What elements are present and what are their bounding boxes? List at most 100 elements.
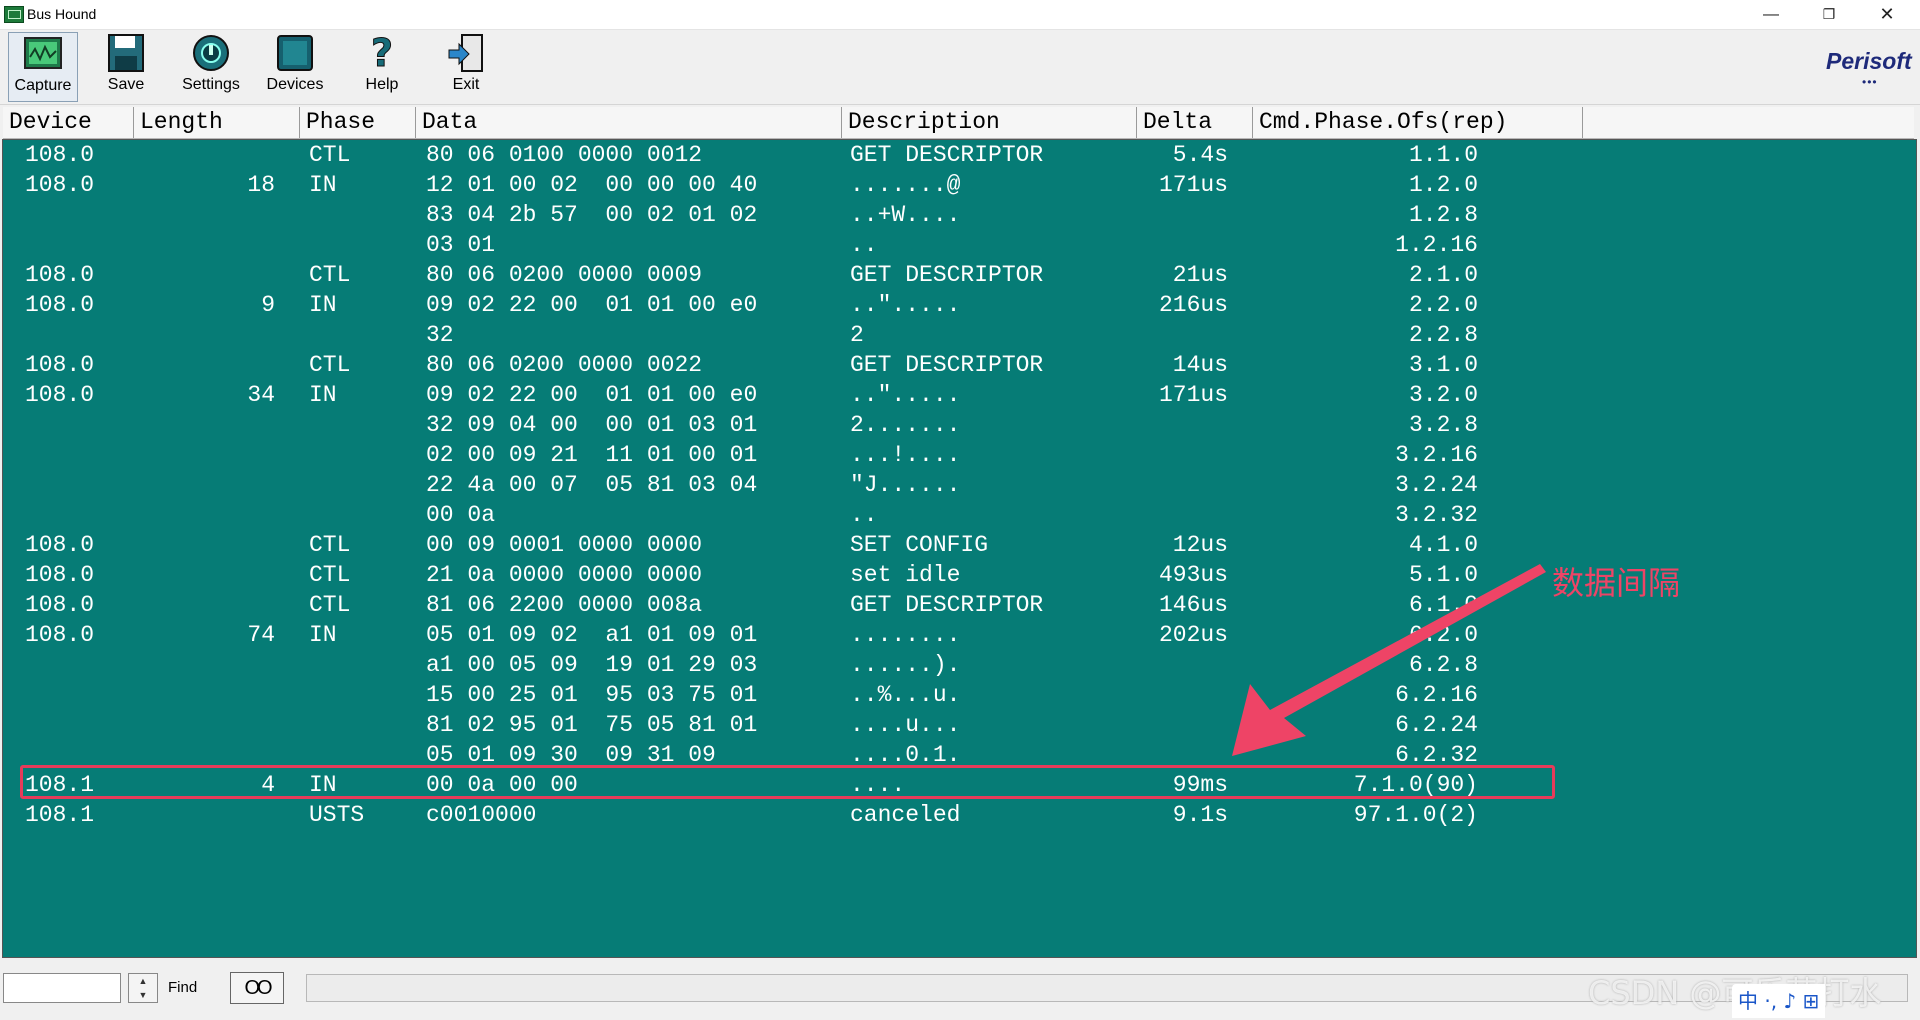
cell-cmd: 3.2.24 xyxy=(1395,472,1478,498)
save-button[interactable]: Save xyxy=(94,32,158,100)
perisoft-logo: Perisoft xyxy=(1826,48,1912,74)
cell-data: 09 02 22 00 01 01 00 e0 xyxy=(426,382,758,408)
cell-phase: CTL xyxy=(309,262,351,288)
capture-button[interactable]: Capture xyxy=(8,32,78,102)
highlight-box xyxy=(20,765,1555,799)
column-header-description[interactable]: Description xyxy=(842,107,1137,138)
cell-description: ........ xyxy=(850,622,961,648)
cell-data: 80 06 0100 0000 0012 xyxy=(426,142,703,168)
devices-button[interactable]: Devices xyxy=(260,32,330,100)
title-bar: Bus Hound — ❐ ✕ xyxy=(0,0,1920,30)
cell-device: 108.0 xyxy=(25,382,95,408)
column-header-length[interactable]: Length xyxy=(134,107,300,138)
cell-phase: IN xyxy=(309,172,337,198)
column-header-device[interactable]: Device xyxy=(3,107,134,138)
perisoft-logo-dots: ••• xyxy=(1862,75,1878,89)
cell-device: 108.0 xyxy=(25,142,95,168)
cell-description: .."..... xyxy=(850,382,961,408)
capture-icon xyxy=(24,37,62,69)
cell-description: 2 xyxy=(850,322,864,348)
table-row[interactable]: 108.0 CTL 80 06 0200 0000 0009 GET DESCRIPT… xyxy=(3,260,1903,290)
cell-delta: 21us xyxy=(1172,262,1228,288)
cell-description: .."..... xyxy=(850,292,961,318)
table-row[interactable]: 32 2 2.2.8 xyxy=(3,320,1903,350)
cell-length: 18 xyxy=(247,172,275,198)
cell-phase: CTL xyxy=(309,142,351,168)
capture-label: Capture xyxy=(14,77,72,94)
settings-button[interactable]: Settings xyxy=(178,32,244,100)
toolbar: Capture Save Settings Devices ? Help Exi… xyxy=(0,30,1920,105)
cell-delta: 9.1s xyxy=(1172,802,1228,828)
column-header-delta[interactable]: Delta xyxy=(1137,107,1253,138)
cell-length: 34 xyxy=(247,382,275,408)
cell-device: 108.0 xyxy=(25,172,95,198)
minimize-button[interactable]: — xyxy=(1742,0,1800,29)
column-header-data[interactable]: Data xyxy=(416,107,842,138)
find-label: Find xyxy=(168,979,198,996)
cell-data: c0010000 xyxy=(426,802,537,828)
table-row[interactable]: 108.0 74 IN 05 01 09 02 a1 01 09 01........… xyxy=(3,620,1903,650)
table-row[interactable]: 108.1 USTS c0010000 canceled 9.1s 97.1.0(2) xyxy=(3,800,1903,830)
table-row[interactable]: 00 0a.. 3.2.32 xyxy=(3,500,1903,530)
cell-data: 32 09 04 00 00 01 03 01 xyxy=(426,412,758,438)
cell-cmd: 3.2.0 xyxy=(1408,382,1478,408)
spinner-down-icon[interactable]: ▼ xyxy=(129,988,157,1002)
cell-description: .. xyxy=(850,232,878,258)
cell-data: a1 00 05 09 19 01 29 03 xyxy=(426,652,758,678)
table-row[interactable]: 02 00 09 21 11 01 00 01...!.... 3.2.16 xyxy=(3,440,1903,470)
help-button[interactable]: ? Help xyxy=(350,32,414,100)
cell-cmd: 4.1.0 xyxy=(1408,532,1478,558)
table-row[interactable]: 32 09 04 00 00 01 03 01 2....... 3.2.8 xyxy=(3,410,1903,440)
table-row[interactable]: 83 04 2b 57 00 02 01 02 ..+W.... 1.2.8 xyxy=(3,200,1903,230)
cell-data: 02 00 09 21 11 01 00 01 xyxy=(426,442,758,468)
svg-text:?: ? xyxy=(371,32,393,74)
cell-phase: CTL xyxy=(309,592,351,618)
table-row[interactable]: 108.0 34 IN 09 02 22 00 01 01 00 e0 ..".....… xyxy=(3,380,1903,410)
capture-data-pane[interactable]: 108.0 CTL 80 06 0100 0000 0012 GET DESCRIPT… xyxy=(2,139,1917,958)
cell-data: 00 0a xyxy=(426,502,496,528)
cell-data: 03 01 xyxy=(426,232,496,258)
cell-data: 00 09 0001 0000 0000 xyxy=(426,532,703,558)
help-label: Help xyxy=(365,76,399,93)
window-title: Bus Hound xyxy=(27,6,97,22)
cell-cmd: 3.2.32 xyxy=(1395,502,1478,528)
table-row[interactable]: 108.0 18 IN 12 01 00 02 00 00 00 40 .......@… xyxy=(3,170,1903,200)
cell-phase: CTL xyxy=(309,352,351,378)
cell-device: 108.0 xyxy=(25,532,95,558)
table-row[interactable]: 03 01.. 1.2.16 xyxy=(3,230,1903,260)
cell-device: 108.0 xyxy=(25,352,95,378)
maximize-button[interactable]: ❐ xyxy=(1800,0,1858,29)
find-input[interactable] xyxy=(3,973,121,1003)
cell-length: 9 xyxy=(261,292,275,318)
table-row[interactable]: 22 4a 00 07 05 81 03 04 "J...... 3.2.24 xyxy=(3,470,1903,500)
table-row[interactable]: 108.0 9 IN 09 02 22 00 01 01 00 e0 .."..... 2… xyxy=(3,290,1903,320)
cell-phase: IN xyxy=(309,622,337,648)
table-row[interactable]: 108.0 CTL 80 06 0100 0000 0012 GET DESCRIPT… xyxy=(3,140,1903,170)
cell-cmd: 2.1.0 xyxy=(1408,262,1478,288)
cell-phase: IN xyxy=(309,292,337,318)
column-header-phase[interactable]: Phase xyxy=(300,107,416,138)
table-row[interactable]: a1 00 05 09 19 01 29 03......). 6.2.8 xyxy=(3,650,1903,680)
save-label: Save xyxy=(107,76,145,93)
table-row[interactable]: 108.0 CTL 00 09 0001 0000 0000 SET CONFIG 12… xyxy=(3,530,1903,560)
cell-cmd: 3.2.16 xyxy=(1395,442,1478,468)
table-row[interactable]: 15 00 25 01 95 03 75 01 ..%...u. 6.2.16 xyxy=(3,680,1903,710)
close-button[interactable]: ✕ xyxy=(1858,0,1916,29)
cell-cmd: 1.2.16 xyxy=(1395,232,1478,258)
cell-description: ....u... xyxy=(850,712,961,738)
cell-cmd: 1.2.8 xyxy=(1408,202,1478,228)
find-spinner[interactable]: ▲ ▼ xyxy=(128,973,158,1003)
cell-data: 21 0a 0000 0000 0000 xyxy=(426,562,703,588)
cell-description: ..%...u. xyxy=(850,682,961,708)
spinner-up-icon[interactable]: ▲ xyxy=(129,974,157,988)
table-row[interactable]: 108.0 CTL 80 06 0200 0000 0022 GET DESCRIPT… xyxy=(3,350,1903,380)
column-header-cmd-phase-ofs[interactable]: Cmd.Phase.Ofs(rep) xyxy=(1253,107,1583,138)
ime-tray[interactable]: 中 ·, ♪ ⊞ xyxy=(1732,984,1826,1018)
cell-description: ..+W.... xyxy=(850,202,961,228)
exit-button[interactable]: Exit xyxy=(434,32,498,100)
glasses-button[interactable]: OO xyxy=(230,972,284,1004)
help-icon: ? xyxy=(370,32,393,74)
cell-description: ......). xyxy=(850,652,961,678)
cell-cmd: 1.1.0 xyxy=(1408,142,1478,168)
table-row[interactable]: 81 02 95 01 75 05 81 01 ....u... 6.2.24 xyxy=(3,710,1903,740)
